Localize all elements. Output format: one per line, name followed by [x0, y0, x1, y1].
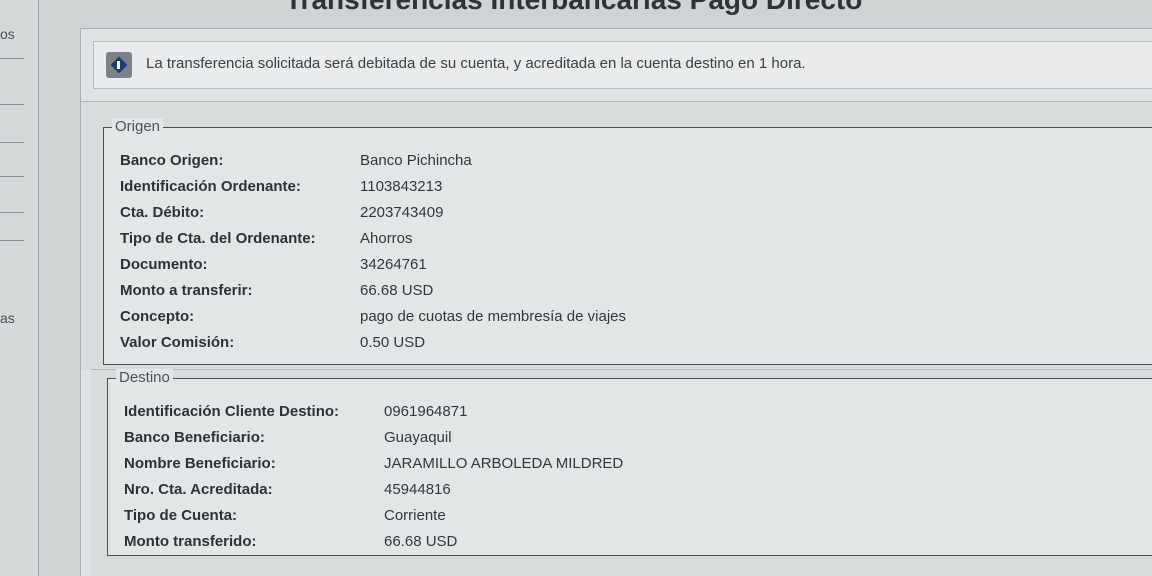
left-nav: os as: [0, 0, 39, 576]
nav-separator: [0, 240, 24, 241]
info-notice: La transferencia solicitada será debitad…: [93, 41, 1152, 89]
nav-item-top[interactable]: os: [0, 26, 36, 42]
field-value: Ahorros: [360, 230, 413, 247]
nav-separator: [0, 142, 24, 143]
page: os as Transferencias Interbancarias Pago…: [0, 0, 1152, 576]
field-label: Identificación Cliente Destino:: [124, 403, 340, 420]
main-panel: La transferencia solicitada será debitad…: [80, 28, 1152, 576]
destino-legend: Destino: [116, 369, 173, 386]
field-value: 66.68 USD: [360, 282, 434, 299]
field-label: Banco Beneficiario:: [124, 429, 265, 446]
field-label: Concepto:: [120, 308, 195, 325]
field-label: Monto transferido:: [124, 533, 257, 550]
field-value: 1103843213: [360, 178, 443, 195]
field-label: Documento:: [120, 256, 208, 273]
nav-separator: [0, 212, 24, 213]
field-value: 45944816: [384, 481, 451, 498]
origen-fieldset: Origen Banco Origen: Banco Pichincha Ide…: [103, 118, 1152, 365]
field-label: Nombre Beneficiario:: [124, 455, 276, 472]
nav-separator: [0, 176, 24, 177]
info-icon: [106, 52, 132, 78]
page-title: Transferencias Interbancarias Pago Direc…: [285, 0, 862, 16]
field-value: 0961964871: [384, 403, 468, 420]
field-value: Guayaquil: [384, 429, 452, 446]
field-label: Nro. Cta. Acreditada:: [124, 481, 273, 498]
field-value: 0.50 USD: [360, 334, 426, 351]
field-label: Banco Origen:: [120, 152, 224, 169]
field-label: Tipo de Cuenta:: [124, 507, 238, 524]
field-value: JARAMILLO ARBOLEDA MILDRED: [384, 455, 624, 472]
field-value: 2203743409: [360, 204, 444, 221]
field-value: Corriente: [384, 507, 446, 524]
destino-fieldset: Destino Identificación Cliente Destino: …: [107, 369, 1152, 556]
field-value: 34264761: [360, 256, 427, 273]
field-value: 66.68 USD: [384, 533, 458, 550]
info-mark: [117, 61, 120, 69]
nav-separator: [0, 58, 24, 59]
field-label: Cta. Débito:: [120, 204, 205, 221]
field-label: Valor Comisión:: [120, 334, 235, 351]
info-notice-text: La transferencia solicitada será debitad…: [146, 55, 806, 72]
field-label: Tipo de Cta. del Ordenante:: [120, 230, 316, 247]
field-value: pago de cuotas de membresía de viajes: [360, 308, 626, 325]
field-label: Monto a transferir:: [120, 282, 253, 299]
origen-legend: Origen: [112, 118, 164, 135]
nav-item-mid[interactable]: as: [0, 310, 36, 326]
nav-separator: [0, 104, 24, 105]
field-label: Identificación Ordenante:: [120, 178, 301, 195]
field-value: Banco Pichincha: [360, 152, 472, 169]
